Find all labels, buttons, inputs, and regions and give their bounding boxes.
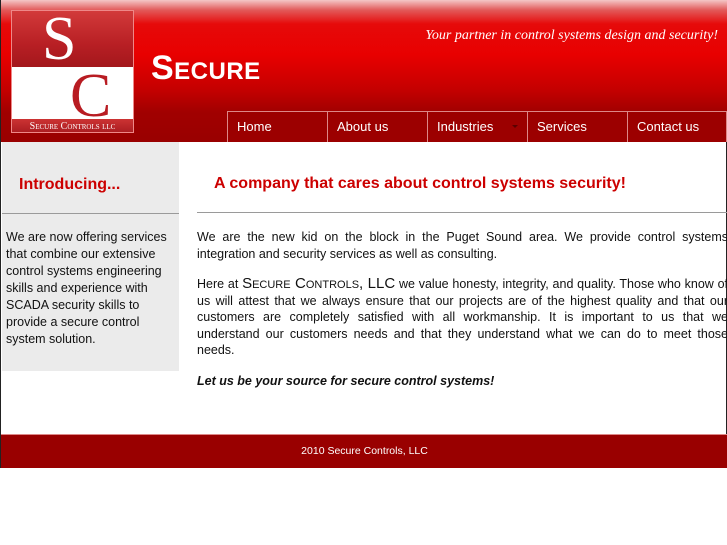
main-divider bbox=[197, 212, 727, 213]
nav-home-label: Home bbox=[237, 119, 272, 134]
main-heading: A company that cares about control syste… bbox=[214, 175, 626, 192]
nav-industries[interactable]: Industries bbox=[427, 111, 527, 142]
dropdown-arrow-icon bbox=[512, 125, 518, 128]
brand-name: Secure bbox=[151, 49, 261, 87]
logo-letter-c: C bbox=[70, 62, 112, 130]
site-header: S C Secure Controls llc Secure Your part… bbox=[1, 0, 727, 142]
tagline: Your partner in control systems design a… bbox=[425, 28, 718, 43]
nav-about-us[interactable]: About us bbox=[327, 111, 427, 142]
sidebar-title: Introducing... bbox=[19, 176, 121, 193]
intro-paragraph: We are the new kid on the block in the P… bbox=[197, 230, 727, 261]
nav-about-us-label: About us bbox=[337, 119, 389, 134]
values-paragraph-prefix: Here at bbox=[197, 277, 243, 291]
logo-letter-s: S bbox=[42, 10, 77, 73]
nav-contact-us-label: Contact us bbox=[637, 119, 700, 134]
main-navigation: Home About us Industries Services Contac… bbox=[227, 111, 727, 142]
nav-industries-label: Industries bbox=[437, 119, 494, 134]
logo-caption: Secure Controls llc bbox=[29, 121, 116, 132]
copyright-text: 2010 Secure Controls, LLC bbox=[301, 445, 428, 457]
nav-services-label: Services bbox=[537, 119, 587, 134]
page-frame: S C Secure Controls llc Secure Your part… bbox=[0, 0, 727, 468]
site-footer: 2010 Secure Controls, LLC bbox=[1, 434, 727, 468]
values-paragraph: Here at Secure Controls, LLC we value ho… bbox=[197, 275, 727, 359]
company-name: Secure Controls, LLC bbox=[242, 275, 396, 292]
nav-contact-us[interactable]: Contact us bbox=[627, 111, 727, 142]
sidebar-text: We are now offering services that combin… bbox=[6, 230, 167, 346]
nav-services[interactable]: Services bbox=[527, 111, 627, 142]
sidebar-divider bbox=[2, 213, 179, 214]
company-logo[interactable]: S C Secure Controls llc bbox=[11, 10, 134, 133]
slogan: Let us be your source for secure control… bbox=[197, 373, 495, 388]
sidebar: Introducing... We are now offering servi… bbox=[2, 142, 179, 371]
main-content: We are the new kid on the block in the P… bbox=[197, 229, 727, 403]
nav-home[interactable]: Home bbox=[227, 111, 327, 142]
